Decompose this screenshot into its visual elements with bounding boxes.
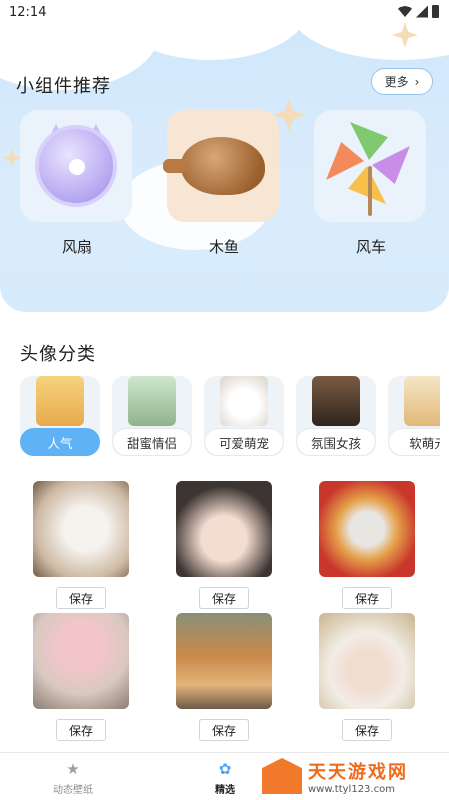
flower-icon: ✿ <box>218 760 232 778</box>
watermark-title: 天天游戏网 <box>308 761 408 783</box>
category-item-couples[interactable]: 甜蜜情侣 <box>112 376 192 456</box>
category-thumbnail <box>312 376 360 426</box>
more-widgets-button[interactable]: 更多 › <box>371 68 433 95</box>
widgets-section-title: 小组件推荐 <box>16 76 111 97</box>
status-bar: 12:14 <box>0 0 449 26</box>
category-item-soft[interactable]: 软萌元 <box>388 376 440 456</box>
save-button[interactable]: 保存 <box>56 719 106 741</box>
sparkle-icon <box>2 148 22 168</box>
wooden-fish-icon <box>163 137 265 195</box>
white-dog-photo[interactable] <box>33 481 129 577</box>
category-label: 氛围女孩 <box>296 428 376 456</box>
widget-tile <box>314 110 426 222</box>
girl-with-headband-photo[interactable] <box>176 481 272 577</box>
tab-label: 动态壁纸 <box>53 785 93 796</box>
chevron-right-icon: › <box>414 74 420 89</box>
pinwheel-icon <box>326 122 410 216</box>
watermark-logo-icon <box>262 758 302 794</box>
category-scroller[interactable]: 人气 甜蜜情侣 可爱萌宠 氛围女孩 软萌元 <box>20 376 440 456</box>
three-shiba-dogs-photo[interactable] <box>176 613 272 709</box>
cat-in-burger-photo[interactable] <box>319 481 415 577</box>
widget-tile <box>20 110 132 222</box>
category-label: 人气 <box>20 428 100 456</box>
watermark-overlay: 天天游戏网 www.ttyl123.com <box>258 752 449 800</box>
category-item-girls[interactable]: 氛围女孩 <box>296 376 376 456</box>
battery-icon <box>432 5 439 18</box>
tab-live-wallpaper[interactable]: ★ 动态壁纸 <box>28 761 118 796</box>
category-label: 可爱萌宠 <box>204 428 284 456</box>
avatar-card[interactable]: 保存 <box>176 613 272 741</box>
widget-fan[interactable]: 风扇 <box>20 110 134 257</box>
more-label: 更多 <box>384 75 409 89</box>
system-icons <box>398 5 439 18</box>
status-time: 12:14 <box>9 5 47 20</box>
category-thumbnail <box>220 376 268 426</box>
category-thumbnail <box>36 376 84 426</box>
watermark-url: www.ttyl123.com <box>308 783 395 795</box>
widget-wooden-fish[interactable]: 木鱼 <box>163 110 281 257</box>
fan-icon <box>35 125 117 207</box>
girl-white-hat-photo[interactable] <box>319 613 415 709</box>
save-button[interactable]: 保存 <box>342 587 392 609</box>
avatar-card[interactable]: 保存 <box>33 613 129 741</box>
widget-label: 木鱼 <box>208 238 239 256</box>
category-item-pets[interactable]: 可爱萌宠 <box>204 376 284 456</box>
signal-icon <box>416 5 428 18</box>
save-button[interactable]: 保存 <box>199 719 249 741</box>
save-button[interactable]: 保存 <box>56 587 106 609</box>
tab-label: 精选 <box>215 785 235 796</box>
save-button[interactable]: 保存 <box>199 587 249 609</box>
child-pink-hat-photo[interactable] <box>33 613 129 709</box>
widget-label: 风车 <box>355 238 386 256</box>
widget-tile <box>163 110 279 222</box>
wifi-icon <box>398 6 412 17</box>
category-item-popular[interactable]: 人气 <box>20 376 100 456</box>
avatar-card[interactable]: 保存 <box>33 481 129 609</box>
save-button[interactable]: 保存 <box>342 719 392 741</box>
category-thumbnail <box>404 376 440 426</box>
category-label: 软萌元 <box>388 428 440 456</box>
tab-featured[interactable]: ✿ 精选 <box>180 761 270 796</box>
star-icon: ★ <box>66 760 80 778</box>
avatar-card[interactable]: 保存 <box>319 613 415 741</box>
avatar-card[interactable]: 保存 <box>176 481 272 609</box>
widget-label: 风扇 <box>61 238 92 256</box>
categories-section-title: 头像分类 <box>20 344 96 365</box>
category-label: 甜蜜情侣 <box>112 428 192 456</box>
widget-pinwheel[interactable]: 风车 <box>314 110 428 257</box>
avatar-card[interactable]: 保存 <box>319 481 415 609</box>
category-thumbnail <box>128 376 176 426</box>
